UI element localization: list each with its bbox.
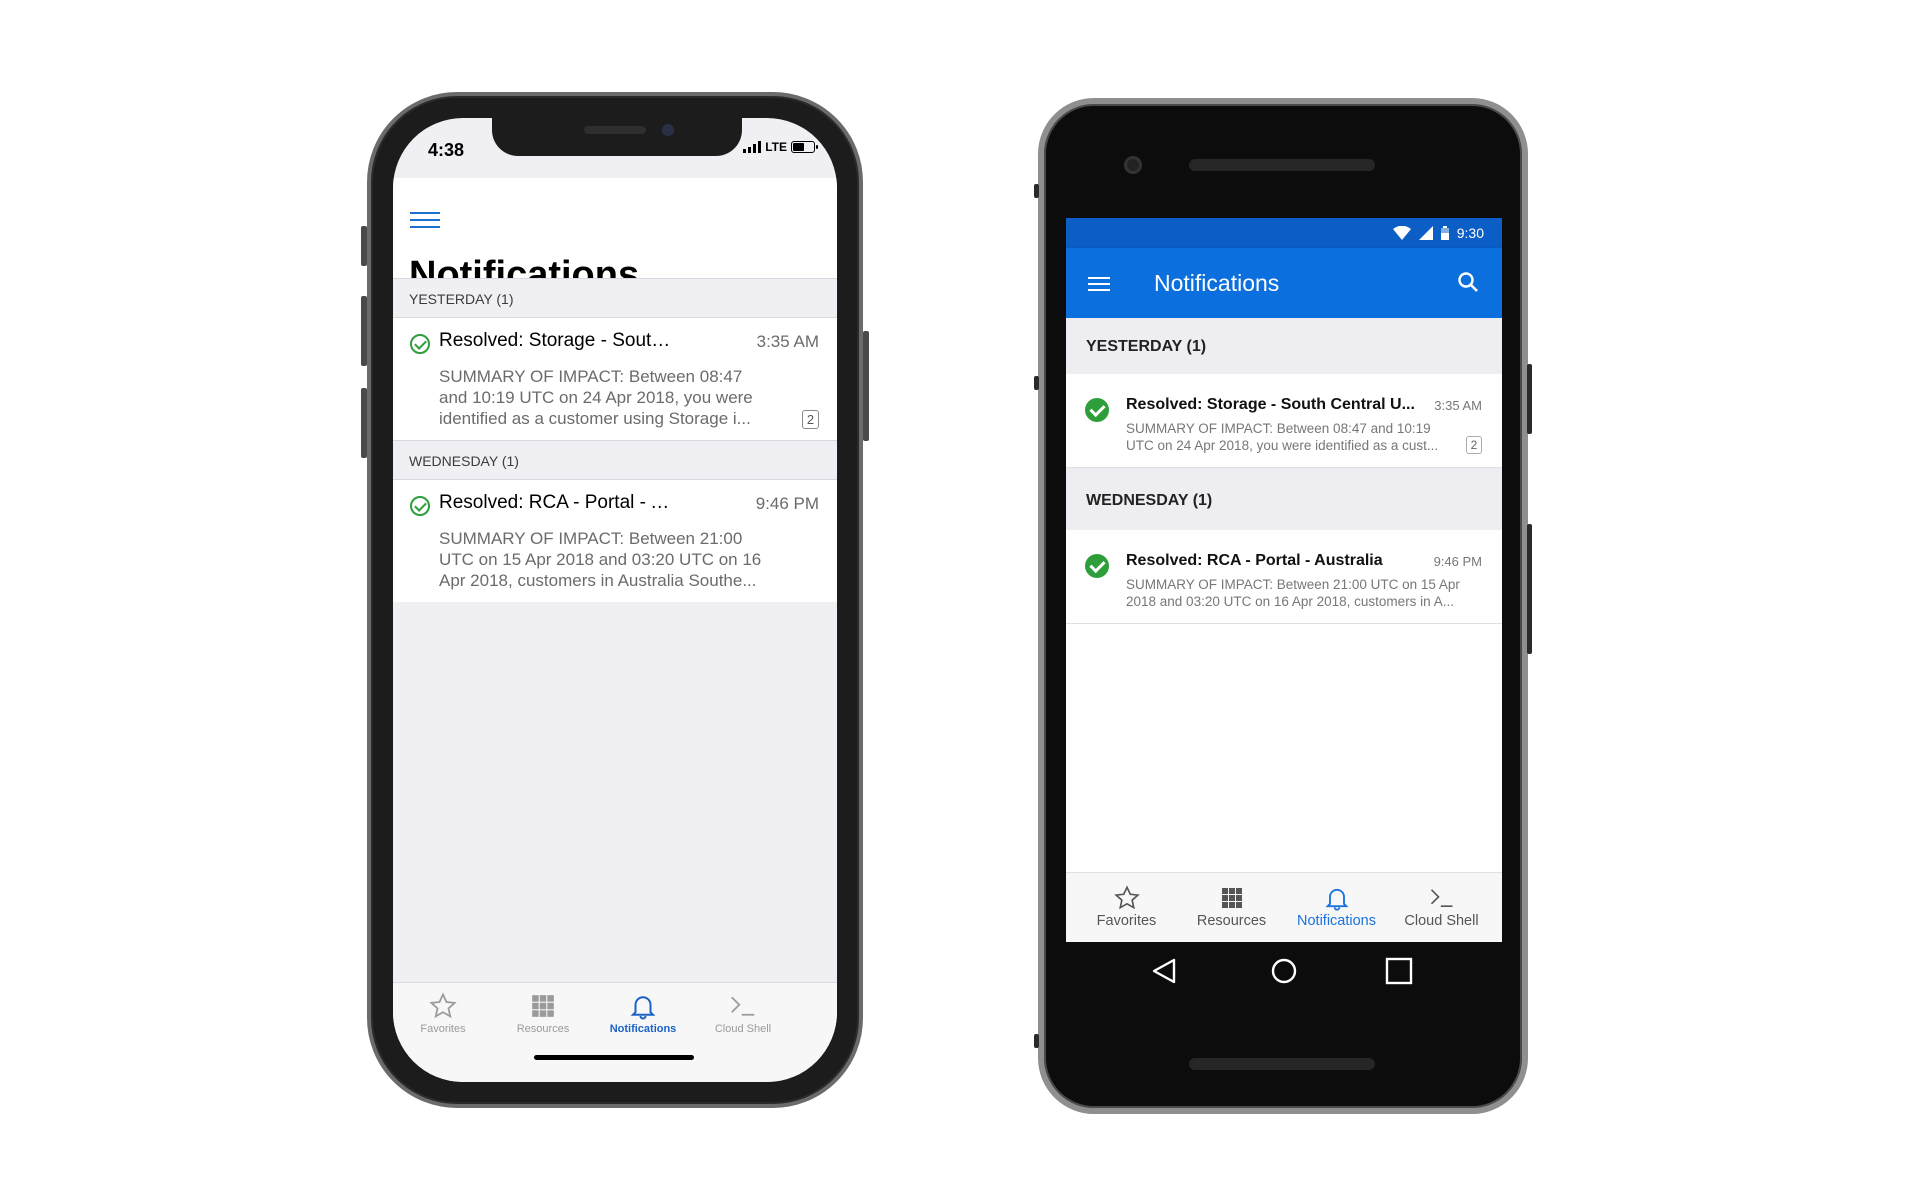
- iphone-silent-switch: [361, 226, 367, 266]
- tab-label: Resources: [1196, 913, 1267, 929]
- android-front-camera: [1124, 156, 1142, 174]
- ios-status-time: 4:38: [428, 140, 465, 160]
- check-circle-icon: [1085, 554, 1109, 578]
- android-side-notch: [1034, 376, 1039, 390]
- bell-icon: [1284, 883, 1389, 913]
- ios-notch: [492, 118, 742, 156]
- hamburger-icon[interactable]: [1088, 277, 1110, 291]
- android-status-bar: 9:30: [1066, 218, 1502, 248]
- notification-count-badge: 2: [1466, 436, 1482, 454]
- section-header-yesterday: YESTERDAY (1): [393, 278, 837, 318]
- notification-summary: SUMMARY OF IMPACT: Between 08:47 and 10:…: [1126, 421, 1439, 453]
- tab-cloud-shell[interactable]: Cloud Shell: [693, 989, 793, 1035]
- check-circle-icon: [1085, 398, 1109, 422]
- ios-tab-bar: Favorites Resources Notifications Cloud …: [393, 982, 837, 1082]
- notification-item[interactable]: Resolved: RCA - Portal - Austr... 9:46 P…: [393, 480, 837, 602]
- notification-summary: SUMMARY OF IMPACT: Between 08:47 and 10:…: [439, 367, 753, 428]
- tab-favorites[interactable]: Favorites: [393, 989, 493, 1035]
- wifi-icon: [1392, 226, 1411, 240]
- android-app-bar: Notifications: [1066, 248, 1502, 318]
- android-screen: 9:30 Notifications YESTERDAY (1) Resolve…: [1066, 218, 1502, 942]
- android-device: 9:30 Notifications YESTERDAY (1) Resolve…: [1034, 98, 1532, 1114]
- section-header-wednesday: WEDNESDAY (1): [1066, 468, 1502, 530]
- stage: 4:38 LTE Notifications YESTERDAY (1) Res: [0, 0, 1920, 1200]
- recents-icon[interactable]: [1384, 956, 1414, 986]
- android-volume-rocker: [1527, 524, 1532, 654]
- battery-icon: [1440, 226, 1449, 240]
- star-icon: [1074, 883, 1179, 913]
- android-side-notch: [1034, 184, 1039, 198]
- notification-item[interactable]: Resolved: Storage - South Ce... 3:35 AM …: [393, 318, 837, 440]
- ios-status-bar: 4:38 LTE: [393, 118, 837, 178]
- home-icon[interactable]: [1269, 956, 1299, 986]
- android-bottom-speaker: [1189, 1058, 1375, 1070]
- notification-summary: SUMMARY OF IMPACT: Between 21:00 UTC on …: [1126, 577, 1460, 609]
- tab-favorites[interactable]: Favorites: [1074, 883, 1179, 929]
- search-icon[interactable]: [1456, 270, 1480, 294]
- iphone-volume-down: [361, 388, 367, 458]
- android-tab-bar: Favorites Resources Notifications Cloud …: [1066, 872, 1502, 942]
- ios-status-indicators: LTE: [743, 140, 818, 154]
- notification-time: 3:35 AM: [1434, 398, 1482, 413]
- hamburger-icon[interactable]: [410, 212, 440, 230]
- tab-label: Resources: [516, 1023, 570, 1035]
- ios-header: Notifications: [393, 178, 837, 296]
- star-icon: [393, 989, 493, 1023]
- tab-notifications[interactable]: Notifications: [1284, 883, 1389, 929]
- back-icon[interactable]: [1150, 956, 1180, 986]
- android-side-notch: [1034, 1034, 1039, 1048]
- notification-title: Resolved: RCA - Portal - Australia: [1126, 552, 1383, 569]
- check-circle-icon: [410, 334, 430, 354]
- iphone-device: 4:38 LTE Notifications YESTERDAY (1) Res: [361, 92, 869, 1108]
- notification-item[interactable]: Resolved: RCA - Portal - Australia 9:46 …: [1066, 530, 1502, 624]
- android-nav-bar: [1066, 942, 1502, 1002]
- tab-notifications[interactable]: Notifications: [593, 989, 693, 1035]
- notification-time: 9:46 PM: [1433, 554, 1482, 569]
- notification-title: Resolved: Storage - South Ce...: [439, 330, 679, 351]
- tab-label: Cloud Shell: [1404, 913, 1479, 929]
- grid-icon: [1179, 883, 1284, 913]
- ios-screen: 4:38 LTE Notifications YESTERDAY (1) Res: [393, 118, 837, 1082]
- ios-front-camera: [662, 124, 674, 136]
- tab-cloud-shell[interactable]: Cloud Shell: [1389, 883, 1494, 929]
- tab-label: Cloud Shell: [714, 1023, 772, 1035]
- ios-earpiece: [584, 126, 646, 134]
- terminal-icon: [1389, 883, 1494, 913]
- notification-count-badge: 2: [802, 410, 819, 429]
- ios-network-label: LTE: [765, 140, 787, 154]
- tab-label: Notifications: [1297, 913, 1376, 929]
- notification-time: 9:46 PM: [755, 494, 819, 513]
- page-title: Notifications: [1154, 270, 1280, 296]
- android-power-button: [1527, 364, 1532, 434]
- signal-icon: [1418, 226, 1433, 240]
- ios-home-indicator[interactable]: [534, 1055, 694, 1060]
- notification-title: Resolved: Storage - South Central U...: [1126, 396, 1415, 413]
- iphone-power-button: [863, 331, 869, 441]
- section-header-yesterday: YESTERDAY (1): [1066, 318, 1502, 374]
- bell-icon: [593, 989, 693, 1023]
- notification-time: 3:35 AM: [756, 332, 819, 351]
- tab-label: Notifications: [609, 1023, 677, 1035]
- iphone-volume-up: [361, 296, 367, 366]
- grid-icon: [493, 989, 593, 1023]
- tab-label: Favorites: [1096, 913, 1157, 929]
- android-status-time: 9:30: [1456, 225, 1484, 241]
- section-header-wednesday: WEDNESDAY (1): [393, 440, 837, 480]
- terminal-icon: [693, 989, 793, 1023]
- android-top-speaker: [1189, 159, 1375, 171]
- check-circle-icon: [410, 496, 430, 516]
- tab-label: Favorites: [420, 1023, 466, 1035]
- signal-icon: [743, 141, 762, 153]
- tab-resources[interactable]: Resources: [1179, 883, 1284, 929]
- notification-item[interactable]: Resolved: Storage - South Central U... 3…: [1066, 374, 1502, 468]
- tab-resources[interactable]: Resources: [493, 989, 593, 1035]
- notification-title: Resolved: RCA - Portal - Austr...: [439, 492, 679, 513]
- battery-icon: [791, 141, 818, 153]
- notification-summary: SUMMARY OF IMPACT: Between 21:00 UTC on …: [439, 529, 762, 590]
